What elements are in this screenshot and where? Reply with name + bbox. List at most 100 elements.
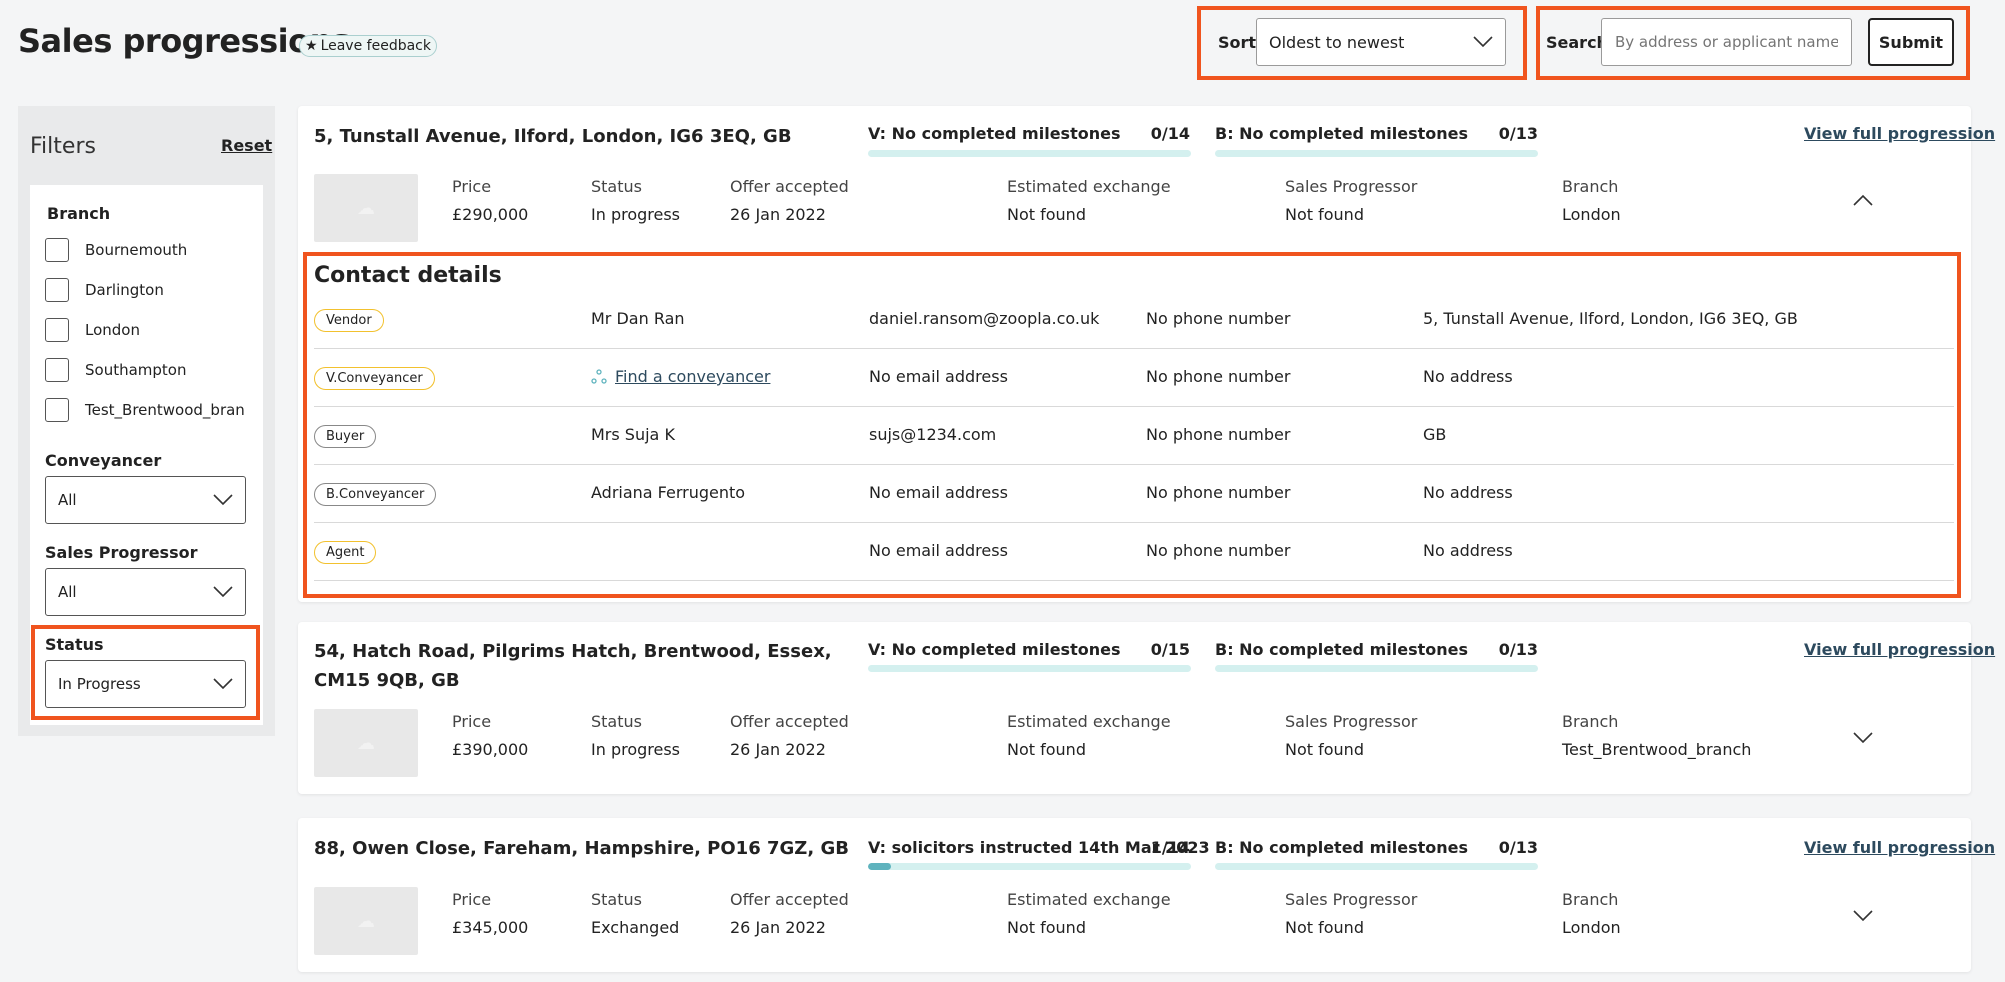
checkbox[interactable] bbox=[45, 238, 69, 262]
sales-progressor-label: Sales Progressor bbox=[1285, 890, 1418, 909]
contact-email: sujs@1234.com bbox=[869, 425, 997, 444]
contact-row-vendor: Vendor Mr Dan Ran daniel.ransom@zoopla.c… bbox=[314, 291, 1954, 349]
role-badge: B.Conveyancer bbox=[314, 483, 437, 506]
branch-option-label: Darlington bbox=[85, 281, 164, 299]
contact-email: No email address bbox=[869, 541, 1008, 560]
branch-value: Test_Brentwood_branch bbox=[1562, 740, 1752, 759]
branch-option-label: Southampton bbox=[85, 361, 187, 379]
contact-phone: No phone number bbox=[1146, 541, 1291, 560]
contact-address: No address bbox=[1423, 367, 1513, 386]
checkbox[interactable] bbox=[45, 398, 69, 422]
branch-label: Branch bbox=[1562, 177, 1619, 196]
buyer-progress-bar bbox=[1215, 150, 1538, 157]
find-conveyancer-link[interactable]: Find a conveyancer bbox=[591, 367, 770, 386]
sales-progressor-select[interactable]: All bbox=[45, 568, 246, 616]
contact-address: 5, Tunstall Avenue, Ilford, London, IG6 … bbox=[1423, 309, 1798, 328]
star-icon: ★ bbox=[305, 38, 318, 54]
chevron-down-icon bbox=[213, 678, 233, 690]
estimated-exchange-label: Estimated exchange bbox=[1007, 712, 1171, 731]
sales-progressor-heading: Sales Progressor bbox=[45, 543, 198, 562]
estimated-exchange-value: Not found bbox=[1007, 918, 1086, 937]
branch-option-label: Bournemouth bbox=[85, 241, 188, 259]
status-value: In progress bbox=[591, 740, 681, 759]
chevron-down-icon[interactable] bbox=[1853, 728, 1873, 748]
view-full-progression-link[interactable]: View full progression bbox=[1804, 838, 1995, 857]
offer-accepted-value: 26 Jan 2022 bbox=[730, 205, 826, 224]
buyer-milestone-label: B: No completed milestones bbox=[1215, 124, 1468, 143]
price-value: £390,000 bbox=[452, 740, 529, 759]
buyer-milestone-count: 0/13 bbox=[1498, 640, 1538, 659]
checkbox[interactable] bbox=[45, 358, 69, 382]
chevron-down-icon bbox=[1473, 36, 1493, 48]
contact-email: daniel.ransom@zoopla.co.uk bbox=[869, 309, 1100, 328]
contact-row-vendor-conveyancer: V.Conveyancer Find a conveyancer No emai… bbox=[314, 349, 1954, 407]
price-value: £345,000 bbox=[452, 918, 529, 937]
branch-option-london[interactable]: London bbox=[45, 318, 140, 342]
contact-phone: No phone number bbox=[1146, 367, 1291, 386]
submit-button[interactable]: Submit bbox=[1868, 18, 1954, 66]
branch-option-test-brentwood[interactable]: Test_Brentwood_bran bbox=[45, 398, 245, 422]
offer-accepted-label: Offer accepted bbox=[730, 712, 849, 731]
contact-row-buyer: Buyer Mrs Suja K sujs@1234.com No phone … bbox=[314, 407, 1954, 465]
estimated-exchange-label: Estimated exchange bbox=[1007, 177, 1171, 196]
property-address: 88, Owen Close, Fareham, Hampshire, PO16… bbox=[314, 838, 849, 859]
branch-option-southampton[interactable]: Southampton bbox=[45, 358, 186, 382]
vendor-progress-bar bbox=[868, 150, 1191, 157]
contact-row-buyer-conveyancer: B.Conveyancer Adriana Ferrugento No emai… bbox=[314, 465, 1954, 523]
chevron-up-icon[interactable] bbox=[1853, 190, 1873, 210]
buyer-milestone-count: 0/13 bbox=[1498, 124, 1538, 143]
chevron-down-icon bbox=[213, 586, 233, 598]
people-network-icon bbox=[591, 368, 607, 384]
vendor-progress-bar bbox=[868, 665, 1191, 672]
view-full-progression-link[interactable]: View full progression bbox=[1804, 640, 1995, 659]
checkbox[interactable] bbox=[45, 318, 69, 342]
conveyancer-select[interactable]: All bbox=[45, 476, 246, 524]
role-badge: Buyer bbox=[314, 425, 377, 448]
offer-accepted-label: Offer accepted bbox=[730, 890, 849, 909]
branch-label: Branch bbox=[1562, 890, 1619, 909]
contact-name: Mrs Suja K bbox=[591, 425, 675, 444]
buyer-milestone-label: B: No completed milestones bbox=[1215, 640, 1468, 659]
branch-label: Branch bbox=[1562, 712, 1619, 731]
view-full-progression-link[interactable]: View full progression bbox=[1804, 124, 1995, 143]
status-value: Exchanged bbox=[591, 918, 680, 937]
contact-name: Adriana Ferrugento bbox=[591, 483, 746, 502]
property-thumbnail: ☁ bbox=[314, 887, 418, 955]
contact-phone: No phone number bbox=[1146, 309, 1291, 328]
leave-feedback-button[interactable]: ★ Leave feedback bbox=[299, 35, 437, 57]
property-address: 5, Tunstall Avenue, Ilford, London, IG6 … bbox=[314, 126, 792, 147]
chevron-down-icon bbox=[213, 494, 233, 506]
find-conveyancer-label[interactable]: Find a conveyancer bbox=[615, 367, 770, 386]
estimated-exchange-value: Not found bbox=[1007, 740, 1086, 759]
branch-option-darlington[interactable]: Darlington bbox=[45, 278, 164, 302]
sales-progressor-label: Sales Progressor bbox=[1285, 177, 1418, 196]
branch-heading: Branch bbox=[47, 204, 111, 223]
branch-option-bournemouth[interactable]: Bournemouth bbox=[45, 238, 187, 262]
cloud-icon: ☁ bbox=[357, 910, 375, 932]
status-select[interactable]: In Progress bbox=[45, 660, 246, 708]
vendor-milestone-label: V: No completed milestones bbox=[868, 640, 1121, 659]
contact-name: Mr Dan Ran bbox=[591, 309, 685, 328]
offer-accepted-value: 26 Jan 2022 bbox=[730, 918, 826, 937]
reset-link[interactable]: Reset bbox=[221, 136, 272, 155]
status-label: Status bbox=[591, 177, 642, 196]
vendor-milestone-count: 1/14 bbox=[1150, 838, 1190, 857]
contact-email: No email address bbox=[869, 367, 1008, 386]
offer-accepted-value: 26 Jan 2022 bbox=[730, 740, 826, 759]
chevron-down-icon[interactable] bbox=[1853, 906, 1873, 926]
vendor-milestone-count: 0/15 bbox=[1150, 640, 1190, 659]
vendor-milestone-label: V: No completed milestones bbox=[868, 124, 1121, 143]
status-label: Status bbox=[591, 890, 642, 909]
price-label: Price bbox=[452, 712, 492, 731]
buyer-progress-bar bbox=[1215, 863, 1538, 870]
sort-label: Sort bbox=[1218, 33, 1257, 52]
search-label: Search bbox=[1546, 33, 1608, 52]
buyer-progress-bar bbox=[1215, 665, 1538, 672]
checkbox[interactable] bbox=[45, 278, 69, 302]
sort-select[interactable]: Oldest to newest bbox=[1256, 18, 1506, 66]
leave-feedback-label: Leave feedback bbox=[320, 38, 431, 54]
estimated-exchange-label: Estimated exchange bbox=[1007, 890, 1171, 909]
contact-phone: No phone number bbox=[1146, 425, 1291, 444]
search-input[interactable] bbox=[1601, 18, 1852, 66]
filters-title: Filters bbox=[30, 134, 96, 159]
